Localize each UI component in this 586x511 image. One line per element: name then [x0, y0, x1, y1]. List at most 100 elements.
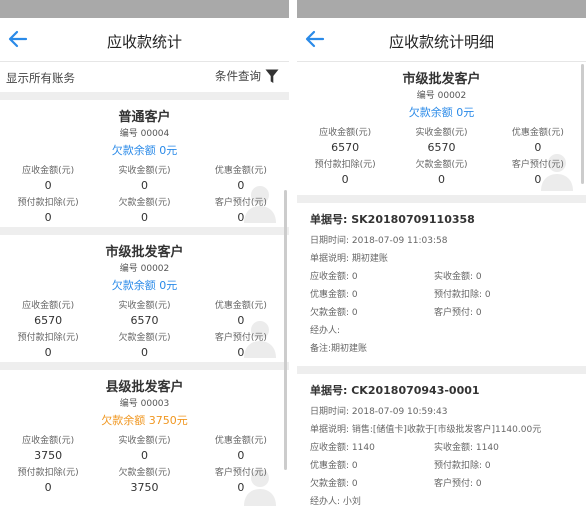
- received-cell: 实收金额(元) 0: [96, 163, 192, 195]
- amount-grid: 应收金额(元) 6570 实收金额(元) 6570 优惠金额(元) 0 预付款扣除(元…: [297, 125, 586, 189]
- stat-value: 0: [140, 179, 148, 192]
- stat-value: 0: [140, 346, 148, 359]
- stat-label: 欠款金额(元): [118, 198, 171, 208]
- amount-grid: 应收金额(元) 6570 实收金额(元) 6570 优惠金额(元) 0 预付款扣除(元…: [0, 298, 289, 362]
- stat-label: 优惠金额(元): [214, 436, 267, 446]
- received-cell: 实收金额(元) 0: [96, 433, 192, 465]
- stat-value: 0: [534, 173, 542, 186]
- divider: [297, 366, 586, 374]
- receivable-cell: 应收金额(元) 6570: [0, 298, 96, 330]
- stat-label: 优惠金额(元): [214, 166, 267, 176]
- stat-value: 6570: [427, 141, 456, 154]
- stat-label: 实收金额(元): [118, 166, 171, 176]
- record-receivable: 应收金额: 0: [310, 272, 358, 282]
- discount-cell: 优惠金额(元) 0: [193, 298, 289, 330]
- stat-label: 客户预付(元): [214, 198, 267, 208]
- record-received: 实收金额: 1140: [434, 443, 499, 453]
- stat-value: 6570: [331, 141, 360, 154]
- customer-code: 编号 00002: [119, 264, 170, 274]
- show-all-accounts-button[interactable]: 显示所有账务: [6, 70, 75, 86]
- record-handler: 经办人:: [310, 326, 341, 336]
- record-prepay: 客户预付: 0: [434, 479, 482, 489]
- record-prepay: 客户预付: 0: [434, 308, 482, 318]
- page-title: 应收款统计: [106, 33, 182, 51]
- stat-value: 0: [140, 211, 148, 224]
- document-number: 单据号: SK20180709110358: [310, 213, 475, 226]
- receivable-cell: 应收金额(元) 3750: [0, 433, 96, 465]
- received-cell: 实收金额(元) 6570: [96, 298, 192, 330]
- discount-cell: 优惠金额(元) 0: [193, 163, 289, 195]
- stat-value: 6570: [34, 314, 63, 327]
- customer-card[interactable]: 县级批发客户 编号 00003 欠款余额 3750元 应收金额(元) 3750 实…: [0, 370, 289, 510]
- divider: [0, 227, 289, 235]
- stat-value: 0: [237, 481, 245, 494]
- owed-cell: 欠款金额(元) 0: [96, 330, 192, 362]
- status-bar: [0, 0, 289, 18]
- customer-name: 市级批发客户: [105, 245, 184, 260]
- page-title: 应收款统计明细: [388, 33, 494, 51]
- transaction-record[interactable]: 单据号: CK2018070943-0001 日期时间: 2018-07-09 …: [297, 374, 586, 511]
- record-datetime: 日期时间: 2018-07-09 11:03:58: [310, 236, 448, 246]
- customer-code: 编号 00003: [119, 399, 170, 409]
- divider: [0, 92, 289, 100]
- stat-value: 0: [237, 346, 245, 359]
- customer-prepay-cell: 客户预付(元) 0: [193, 330, 289, 362]
- stat-label: 客户预付(元): [511, 160, 564, 170]
- condition-query-button[interactable]: 条件查询: [215, 68, 279, 84]
- customer-name: 县级批发客户: [105, 380, 184, 395]
- prepay-deduct-cell: 预付款扣除(元) 0: [0, 195, 96, 227]
- stat-value: 6570: [130, 314, 159, 327]
- stat-label: 欠款金额(元): [118, 468, 171, 478]
- stat-label: 优惠金额(元): [214, 301, 267, 311]
- record-discount: 优惠金额: 0: [310, 290, 358, 300]
- owe-balance: 欠款余额 0元: [408, 106, 475, 119]
- stat-value: 0: [237, 211, 245, 224]
- record-row: 应收金额: 0 实收金额: 0: [310, 268, 576, 286]
- stat-value: 0: [44, 481, 52, 494]
- stat-label: 应收金额(元): [22, 436, 75, 446]
- record-row: 优惠金额: 0 预付款扣除: 0: [310, 286, 576, 304]
- customer-card[interactable]: 普通客户 编号 00004 欠款余额 0元 应收金额(元) 0 实收金额(元) 0 …: [0, 100, 289, 227]
- filter-bar: 显示所有账务 条件查询: [0, 62, 289, 92]
- stat-value: 0: [534, 141, 542, 154]
- record-row: 优惠金额: 0 预付款扣除: 0: [310, 457, 576, 475]
- record-note: 备注:期初建账: [310, 344, 368, 354]
- record-handler: 经办人: 小刘: [310, 497, 361, 507]
- record-description: 单据说明: 销售:[储值卡]收款于[市级批发客户]1140.00元: [310, 425, 542, 435]
- stat-value: 0: [237, 314, 245, 327]
- divider: [297, 195, 586, 203]
- transaction-record[interactable]: 单据号: SK20180709110358 日期时间: 2018-07-09 1…: [297, 203, 586, 366]
- receivable-cell: 应收金额(元) 0: [0, 163, 96, 195]
- stat-value: 0: [44, 179, 52, 192]
- condition-query-label: 条件查询: [215, 69, 261, 83]
- stat-value: 0: [44, 211, 52, 224]
- screen-gap: [289, 0, 297, 511]
- record-received: 实收金额: 0: [434, 272, 482, 282]
- stat-value: 0: [437, 173, 445, 186]
- amount-grid: 应收金额(元) 0 实收金额(元) 0 优惠金额(元) 0 预付款扣除(元) 0 欠款金…: [0, 163, 289, 227]
- owe-balance: 欠款余额 3750元: [101, 414, 188, 427]
- customer-card[interactable]: 市级批发客户 编号 00002 欠款余额 0元 应收金额(元) 6570 实收金额…: [0, 235, 289, 362]
- stat-label: 实收金额(元): [415, 128, 468, 138]
- app-bar: 应收款统计: [0, 18, 289, 62]
- customer-summary-card: 市级批发客户 编号 00002 欠款余额 0元 应收金额(元) 6570 实收金额…: [297, 62, 586, 195]
- record-owed: 欠款金额: 0: [310, 308, 358, 318]
- customer-name: 市级批发客户: [402, 72, 481, 87]
- record-row: 应收金额: 1140 实收金额: 1140: [310, 439, 576, 457]
- record-row: 欠款金额: 0 客户预付: 0: [310, 475, 576, 493]
- amount-grid: 应收金额(元) 3750 实收金额(元) 0 优惠金额(元) 0 预付款扣除(元) 0 …: [0, 433, 289, 497]
- customer-prepay-cell: 客户预付(元) 0: [490, 157, 586, 189]
- stat-value: 0: [140, 449, 148, 462]
- stat-value: 3750: [34, 449, 63, 462]
- customer-code: 编号 00002: [416, 91, 467, 101]
- stat-label: 应收金额(元): [22, 301, 75, 311]
- stat-value: 0: [44, 346, 52, 359]
- stat-label: 客户预付(元): [214, 468, 267, 478]
- owed-cell: 欠款金额(元) 3750: [96, 465, 192, 497]
- divider: [0, 362, 289, 370]
- status-bar: [297, 0, 586, 18]
- owed-cell: 欠款金额(元) 0: [96, 195, 192, 227]
- stat-value: 0: [237, 179, 245, 192]
- document-number: 单据号: CK2018070943-0001: [310, 384, 480, 397]
- record-description: 单据说明: 期初建账: [310, 254, 388, 264]
